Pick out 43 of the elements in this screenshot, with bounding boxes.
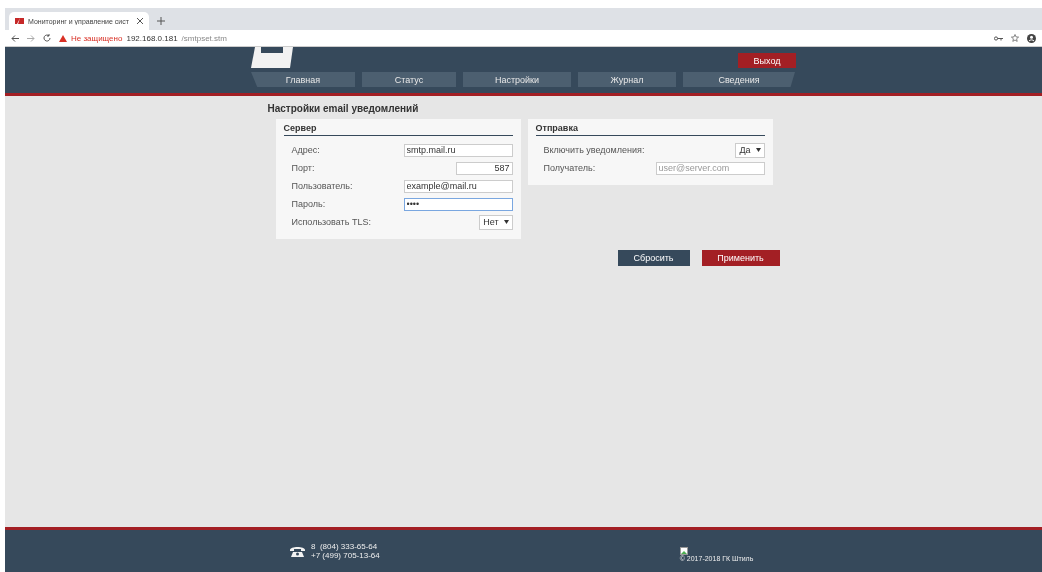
field-label: Адрес: [291, 145, 320, 155]
input-field[interactable]: 587 [455, 161, 513, 175]
field-label: Пароль: [291, 199, 326, 209]
back-icon[interactable] [11, 34, 19, 42]
account-icon[interactable] [1027, 33, 1036, 43]
field-label: Получатель: [543, 163, 596, 173]
nav-tab[interactable]: Главная [251, 72, 355, 87]
key-icon[interactable] [994, 35, 1003, 41]
field-label: Использовать TLS: [291, 217, 371, 227]
panel-title: Отправка [535, 123, 765, 136]
apply-button[interactable]: Применить [701, 250, 780, 266]
page-title: Настройки email уведомлений [267, 103, 420, 114]
field-label: Порт: [291, 163, 315, 173]
field-label: Пользователь: [291, 181, 353, 191]
nav-tab[interactable]: Журнал [578, 72, 676, 87]
reload-icon[interactable] [43, 34, 51, 42]
phone-number: +7 (499) 705-13-64 [311, 551, 380, 560]
star-icon[interactable] [1011, 34, 1019, 42]
dropdown[interactable]: Да [735, 142, 765, 158]
field-label: Включить уведомления: [543, 145, 645, 155]
telephone-icon [290, 545, 305, 557]
input-field[interactable]: smtp.mail.ru [403, 143, 513, 157]
url-host: 192.168.0.181 [126, 33, 178, 43]
panel-title: Сервер [283, 123, 513, 136]
logo-icon [15, 18, 24, 24]
caret-icon [755, 148, 761, 152]
nav-tab[interactable]: Сведения [683, 72, 795, 87]
nav-tab[interactable]: Настройки [463, 72, 571, 87]
security-warning: Не защищено [71, 33, 123, 43]
input-field[interactable]: •••• [403, 197, 513, 211]
broken-image-icon [679, 546, 688, 555]
nav-tab[interactable]: Статус [362, 72, 456, 87]
phone-number: 8 (804) 333-65-64 [311, 542, 379, 551]
input-field[interactable]: user@server.com [655, 161, 765, 175]
dropdown[interactable]: Нет [479, 214, 513, 230]
close-icon[interactable] [137, 18, 143, 24]
input-field[interactable]: example@mail.ru [403, 179, 513, 193]
url-path: /smtpset.stm [181, 33, 227, 43]
reset-button[interactable]: Сбросить [617, 250, 690, 266]
plus-icon[interactable] [157, 17, 165, 25]
logout-button[interactable]: Выход [738, 53, 796, 68]
warning-icon [59, 34, 67, 42]
caret-icon [503, 220, 509, 224]
